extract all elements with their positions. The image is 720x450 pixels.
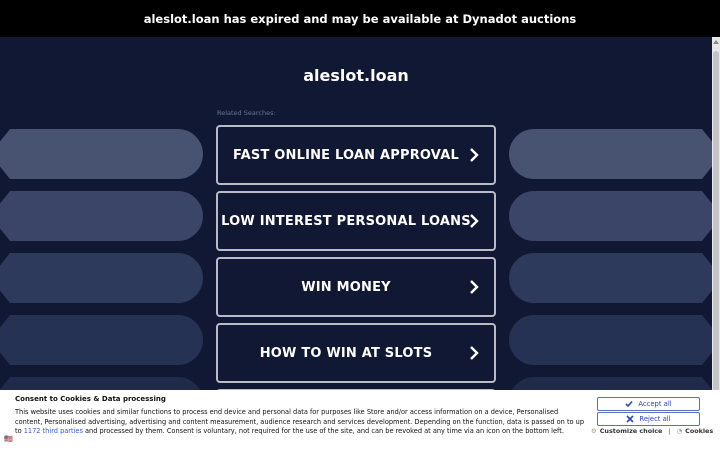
consent-secondary-links: ⚙ Customize choice | ◔ Cookies (591, 427, 713, 435)
related-link-fast-online-loan-approval[interactable]: FAST ONLINE LOAN APPROVAL (216, 125, 496, 185)
gear-icon: ⚙ (591, 427, 597, 435)
related-link-win-money[interactable]: WIN MONEY (216, 257, 496, 317)
us-flag-icon[interactable]: 🇺🇸 (4, 435, 13, 443)
decor-shape-right-2 (509, 191, 712, 241)
chevron-right-icon (470, 346, 479, 360)
link-label: HOW TO WIN AT SLOTS (259, 345, 433, 361)
parked-page: aleslot.loan Related Searches: FAST ONLI… (0, 37, 712, 450)
customize-choice-link[interactable]: Customize choice (600, 427, 663, 435)
separator: | (668, 427, 671, 435)
decor-shape-right-3 (509, 253, 712, 303)
third-parties-link[interactable]: 1172 third parties (24, 427, 83, 435)
related-link-how-to-win-at-slots[interactable]: HOW TO WIN AT SLOTS (216, 323, 496, 383)
decor-shape-left-3 (0, 253, 203, 303)
consent-text: This website uses cookies and similar fu… (15, 408, 585, 437)
accept-all-button[interactable]: Accept all (597, 397, 700, 411)
reject-all-label: Reject all (639, 415, 671, 423)
scrollbar-thumb[interactable] (713, 51, 719, 391)
link-label: WIN MONEY (301, 279, 391, 295)
scroll-up-arrow-icon[interactable] (713, 40, 719, 44)
chevron-right-icon (470, 280, 479, 294)
close-icon (626, 415, 634, 423)
decor-shape-right-1 (509, 129, 712, 179)
decor-shape-left-2 (0, 191, 203, 241)
cookies-link[interactable]: Cookies (685, 427, 713, 435)
banner-text: aleslot.loan has expired and may be avai… (143, 11, 577, 26)
site-title: aleslot.loan (303, 66, 409, 85)
link-label: FAST ONLINE LOAN APPROVAL (233, 147, 459, 163)
vertical-scrollbar[interactable] (712, 37, 720, 450)
cookie-consent-panel: Consent to Cookies & Data processing Thi… (0, 390, 720, 450)
chevron-right-icon (470, 214, 479, 228)
related-searches-label: Related Searches: (217, 109, 276, 117)
decor-shape-right-4 (509, 315, 712, 365)
check-icon (625, 400, 633, 408)
cookie-icon: ◔ (676, 427, 683, 435)
decor-shape-left-4 (0, 315, 203, 365)
accept-all-label: Accept all (638, 400, 672, 408)
link-label: LOW INTEREST PERSONAL LOANS (221, 213, 471, 229)
chevron-right-icon (470, 148, 479, 162)
decor-shape-left-1 (0, 129, 203, 179)
consent-text-part2: and processed by them. Consent is volunt… (82, 427, 564, 435)
expired-domain-banner[interactable]: aleslot.loan has expired and may be avai… (0, 0, 720, 37)
reject-all-button[interactable]: Reject all (597, 412, 700, 426)
related-link-low-interest-personal-loans[interactable]: LOW INTEREST PERSONAL LOANS (216, 191, 496, 251)
